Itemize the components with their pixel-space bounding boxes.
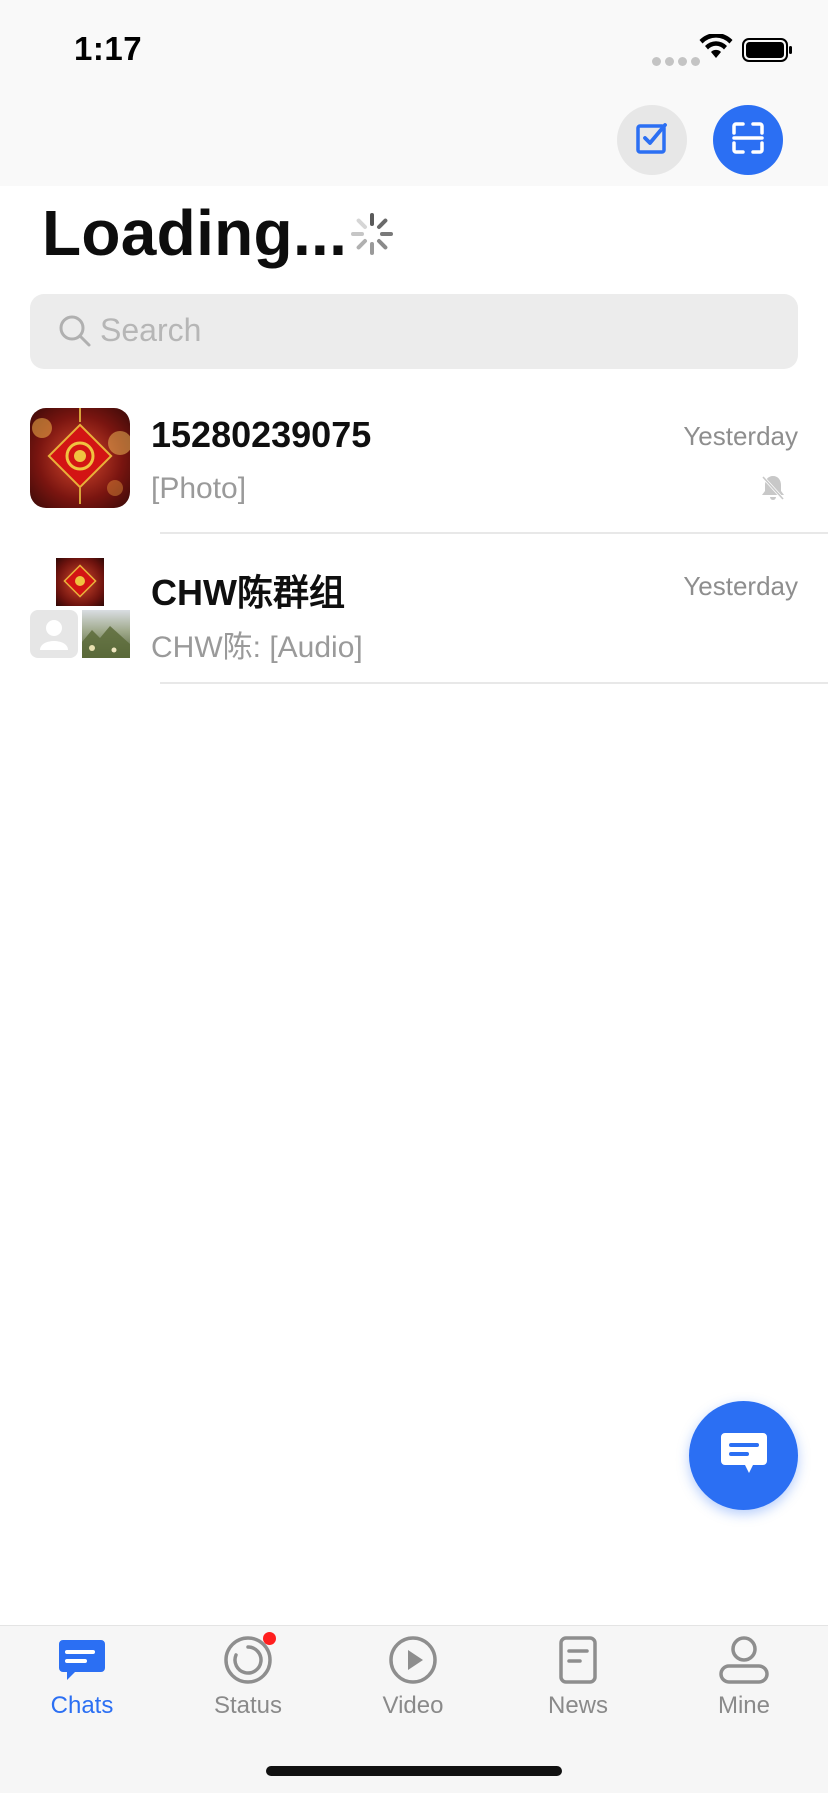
- person-icon: [716, 1632, 772, 1688]
- tab-mine[interactable]: Mine: [684, 1632, 804, 1732]
- scan-button[interactable]: [713, 105, 783, 175]
- tab-label: Mine: [717, 1692, 771, 1719]
- cellular-signal-icon: [652, 53, 704, 66]
- chat-bubble-icon: [54, 1632, 110, 1688]
- avatar: [30, 408, 130, 508]
- page-title: Loading...: [42, 197, 348, 269]
- home-indicator: [266, 1766, 562, 1776]
- scan-icon: [731, 121, 765, 160]
- new-chat-button[interactable]: [689, 1401, 798, 1510]
- group-avatar: [30, 558, 130, 658]
- tab-chats[interactable]: Chats: [22, 1632, 142, 1732]
- chat-time: Yesterday: [683, 421, 798, 451]
- loading-spinner-icon: [350, 212, 394, 256]
- mute-bell-icon: [760, 474, 786, 507]
- tab-news[interactable]: News: [518, 1632, 638, 1732]
- chat-preview: [Photo]: [151, 472, 247, 505]
- battery-icon: [742, 38, 794, 67]
- tab-label: Status: [213, 1692, 283, 1719]
- search-placeholder: Search: [100, 312, 202, 348]
- tab-video[interactable]: Video: [353, 1632, 473, 1732]
- chat-preview: CHW陈: [Audio]: [151, 631, 363, 664]
- tab-label: Chats: [50, 1692, 114, 1719]
- tab-label: Video: [382, 1692, 444, 1719]
- header-bar: [0, 90, 828, 186]
- row-divider: [160, 682, 828, 684]
- tab-status[interactable]: Status: [188, 1632, 308, 1732]
- row-divider: [160, 532, 828, 534]
- search-icon: [58, 314, 92, 353]
- play-circle-icon: [385, 1632, 441, 1688]
- wifi-icon: [699, 33, 733, 65]
- chat-time: Yesterday: [683, 571, 798, 601]
- status-ring-icon: [220, 1632, 276, 1688]
- checkbox-icon: [635, 121, 669, 160]
- notification-badge: [263, 1632, 276, 1645]
- document-icon: [550, 1632, 606, 1688]
- chat-name: 15280239075: [151, 414, 372, 455]
- new-chat-icon: [719, 1431, 769, 1480]
- status-time: 1:17: [74, 30, 143, 67]
- tasks-button[interactable]: [617, 105, 687, 175]
- tab-label: News: [547, 1692, 608, 1719]
- chat-name: CHW陈群组: [151, 572, 345, 613]
